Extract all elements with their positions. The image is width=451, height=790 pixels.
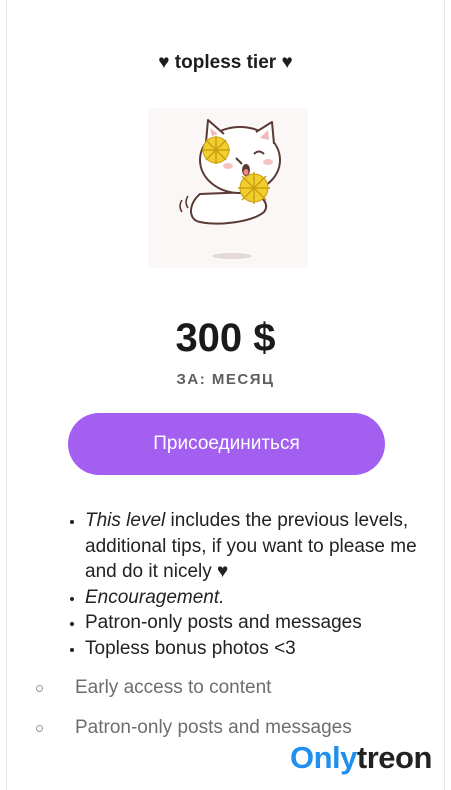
logo-part-treon: treon — [356, 740, 433, 775]
cat-cheerleader-image — [179, 119, 281, 259]
sub-benefit-item: Early access to content — [0, 674, 400, 714]
circle-bullet-icon — [36, 685, 43, 692]
circle-bullet-icon — [36, 725, 43, 732]
benefits-list: This level includes the previous levels,… — [56, 508, 445, 661]
tier-image — [148, 108, 308, 268]
tier-title: ♥ topless tier ♥ — [158, 52, 293, 73]
benefit-item: Patron-only posts and messages — [85, 610, 445, 636]
benefit-item: Encouragement. — [85, 585, 445, 611]
sub-benefit-text: Patron-only posts and messages — [75, 717, 352, 738]
benefit-text: Patron-only posts and messages — [85, 612, 362, 633]
onlytreon-watermark-logo: Onlytreon — [290, 740, 432, 778]
benefit-text: Topless bonus photos <3 — [85, 637, 296, 659]
benefit-emphasis: Encouragement. — [85, 586, 225, 608]
benefit-item: Topless bonus photos <3 — [85, 636, 445, 662]
benefit-emphasis: This level — [85, 510, 166, 531]
logo-part-only: Only — [290, 740, 357, 775]
sub-benefit-text: Early access to content — [75, 677, 272, 698]
join-button[interactable]: Присоединиться — [68, 413, 385, 475]
benefit-item: This level includes the previous levels,… — [85, 508, 445, 585]
tier-price: 300 $ — [175, 316, 276, 360]
billing-period: ЗА: МЕСЯЦ — [176, 371, 275, 388]
